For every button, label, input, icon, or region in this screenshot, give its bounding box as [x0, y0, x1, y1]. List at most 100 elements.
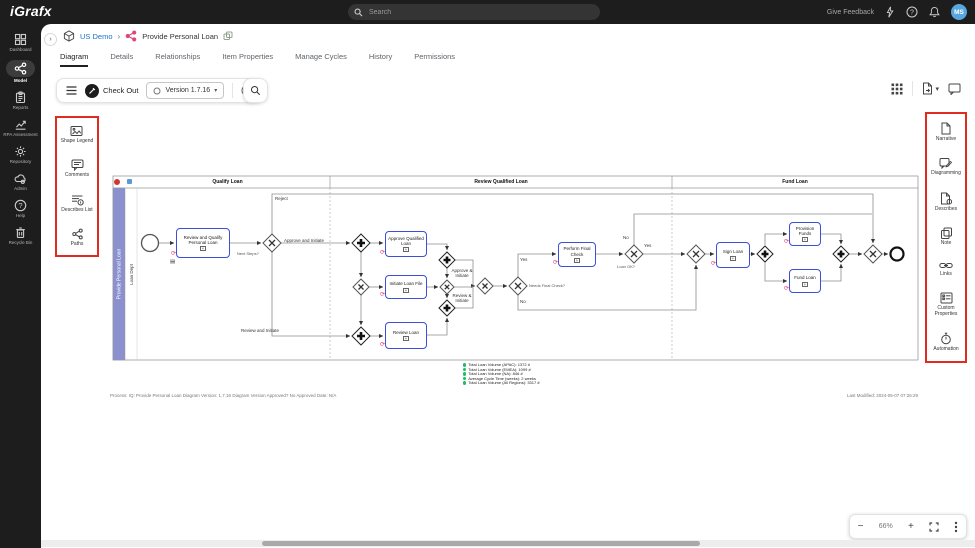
zoom-in-button[interactable]: +	[908, 522, 914, 532]
hamburger-menu-icon[interactable]	[66, 86, 77, 95]
repository-gear-icon	[14, 145, 27, 158]
rpa-chart-icon	[14, 118, 27, 131]
diagram-search-button[interactable]	[243, 78, 268, 103]
notifications-bell-icon[interactable]	[929, 6, 940, 18]
cycle-icon: ⟳	[171, 251, 176, 257]
diagram-legend: Total Loan Volume (APAC): 1372 # Total L…	[463, 363, 540, 385]
sidebar-item-rpa-assessment[interactable]: RPA Assessment	[0, 118, 41, 138]
fullscreen-icon[interactable]	[929, 522, 939, 532]
tab-item-properties[interactable]: Item Properties	[222, 52, 273, 67]
sidebar-item-repository[interactable]: Repository	[0, 145, 41, 165]
sidebar-item-admin[interactable]: Admin	[0, 172, 41, 192]
horizontal-scrollbar[interactable]	[41, 540, 975, 547]
sidebar-item-reports[interactable]: Reports	[0, 91, 41, 111]
tab-relationships[interactable]: Relationships	[155, 52, 200, 67]
narrative-document-icon	[940, 122, 952, 135]
admin-cloud-icon	[14, 172, 27, 185]
task-review-loan[interactable]: Review Loan+ ⟳	[385, 322, 427, 349]
task-review-and-qualify[interactable]: Review and Qualify Personal Loan+ ⟳▤	[176, 228, 230, 258]
global-search[interactable]	[348, 4, 600, 20]
svg-text:?: ?	[18, 201, 22, 210]
shape-legend-button[interactable]: Shape Legend	[61, 125, 94, 145]
paths-share-icon	[71, 228, 84, 240]
scrollbar-thumb[interactable]	[262, 541, 700, 546]
tab-diagram[interactable]: Diagram	[60, 52, 88, 67]
breadcrumb-root-link[interactable]: US Demo	[80, 32, 113, 41]
check-out-button[interactable]: Check Out	[85, 84, 138, 98]
flow-label-reject: Reject	[275, 197, 288, 202]
describes-list-button[interactable]: Describes List	[61, 194, 92, 214]
task-provision-funds[interactable]: Provision Funds+ ⟳	[789, 222, 821, 246]
chevron-down-icon[interactable]: ▾	[935, 85, 939, 93]
custom-properties-button[interactable]: Custom Properties	[929, 292, 963, 318]
flow-label-no-lower: No	[520, 300, 526, 305]
give-feedback-link[interactable]: Give Feedback	[827, 9, 874, 16]
diagram-status-right: Last Modified: 2024-05-07 07:26:29	[847, 393, 918, 398]
kebab-menu-icon[interactable]	[954, 521, 958, 533]
comments-button[interactable]: Comments	[65, 159, 89, 179]
flow-label-yes-upper: Yes	[520, 258, 527, 263]
lane-header-qualify-loan: Qualify Loan	[125, 176, 330, 188]
user-avatar[interactable]: MS	[951, 4, 967, 20]
left-panel-rail: Shape Legend Comments Describes List Pat…	[55, 116, 99, 257]
flow-label-needs-final-check: Needs Final Check?	[529, 284, 565, 288]
trash-icon	[14, 226, 27, 239]
flow-label-approve-and-initiate: Approve and Initiate	[284, 239, 324, 244]
legend-dot	[463, 368, 466, 371]
legend-dot	[463, 363, 466, 366]
sidebar-item-model[interactable]: Model	[0, 60, 41, 84]
subprocess-marker: +	[403, 336, 409, 341]
collapse-panel-button[interactable]: ›	[44, 33, 57, 46]
tab-manage-cycles[interactable]: Manage Cycles	[295, 52, 347, 67]
toolbar-divider	[232, 83, 233, 98]
cycle-icon: ⟳	[784, 286, 789, 292]
comment-bubble-icon[interactable]	[948, 83, 961, 95]
legend-dot	[463, 372, 466, 375]
view-tools: ▾	[891, 81, 961, 96]
cycle-icon: ⟳	[784, 239, 789, 245]
note-pages-icon	[940, 227, 953, 239]
chevron-down-icon: ▾	[214, 87, 217, 94]
narrative-button[interactable]: Narrative	[936, 122, 956, 143]
tab-history[interactable]: History	[369, 52, 392, 67]
topbar-actions: Give Feedback ? MS	[827, 0, 967, 24]
top-bar: iGrafx Give Feedback ? MS	[0, 0, 975, 24]
task-fund-loan[interactable]: Fund Loan+ ⟳	[789, 269, 821, 293]
cycle-icon: ⟳	[711, 261, 716, 267]
diagramming-button[interactable]: Diagramming	[931, 157, 961, 177]
flow-label-yes-mid: Yes	[644, 244, 651, 249]
reports-clipboard-icon	[14, 91, 27, 104]
lightning-icon[interactable]	[885, 6, 895, 18]
zoom-out-button[interactable]: −	[858, 522, 864, 532]
tab-details[interactable]: Details	[110, 52, 133, 67]
task-initiate-loan-file[interactable]: Initiate Loan File+ ⟳	[385, 275, 427, 299]
version-select[interactable]: Version 1.7.16 ▾	[146, 82, 224, 99]
sidebar-item-recycle-bin[interactable]: Recycle Bin	[0, 226, 41, 246]
grid-view-icon[interactable]	[891, 83, 903, 95]
versions-icon[interactable]	[223, 31, 233, 41]
paths-button[interactable]: Paths	[71, 228, 84, 248]
automation-button[interactable]: Automation	[933, 332, 958, 353]
help-icon[interactable]: ?	[906, 6, 918, 18]
subprocess-marker: +	[802, 282, 808, 287]
search-input[interactable]	[367, 8, 567, 17]
subprocess-marker: +	[403, 288, 409, 293]
note-button[interactable]: Note	[940, 227, 953, 247]
diagram-status-left: Process: IQ: Provide Personal Loan Diagr…	[110, 393, 336, 398]
end-event[interactable]	[891, 248, 904, 261]
start-event[interactable]	[142, 235, 159, 252]
tab-permissions[interactable]: Permissions	[414, 52, 455, 67]
task-perform-final-check[interactable]: Perform Final Check+ ⟳	[558, 242, 596, 267]
cycle-icon: ⟳	[380, 342, 385, 348]
sidebar-item-dashboard[interactable]: Dashboard	[0, 33, 41, 53]
bpmn-diagram-canvas[interactable]: Qualify Loan Review Qualified Loan Fund …	[108, 172, 920, 404]
describes-button[interactable]: Describes	[935, 192, 957, 213]
export-document-icon[interactable]: ▾	[922, 82, 939, 95]
links-button[interactable]: Links	[939, 261, 953, 278]
sidebar-item-help[interactable]: ? Help	[0, 199, 41, 219]
model-pink-icon	[125, 30, 137, 42]
subprocess-marker: +	[574, 258, 580, 263]
task-approve-qualified-loan[interactable]: Approve Qualified Loan+ ⟳	[385, 231, 427, 257]
describes-document-icon	[940, 192, 952, 205]
task-sign-loan[interactable]: Sign Loan+ ⟳	[716, 242, 750, 268]
